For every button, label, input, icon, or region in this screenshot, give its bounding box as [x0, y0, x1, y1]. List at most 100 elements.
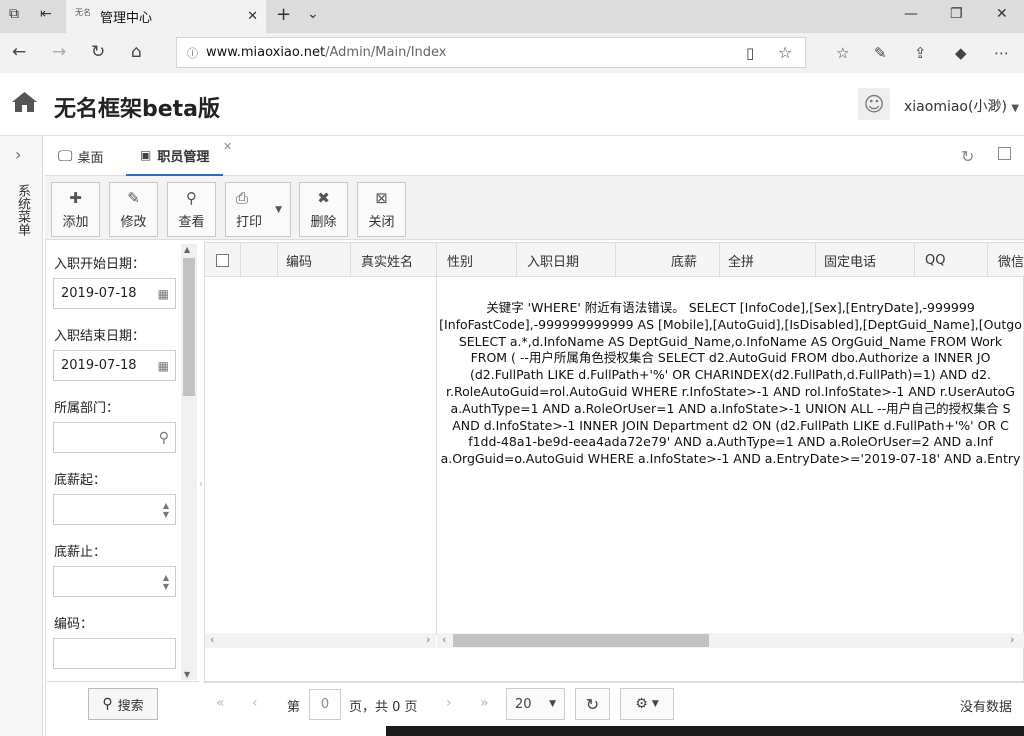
chevron-right-icon[interactable]: ›: [15, 145, 21, 164]
pen-icon[interactable]: ✎: [874, 44, 887, 62]
column-header[interactable]: 微信: [988, 243, 1024, 277]
tab-list-icon[interactable]: ⧉: [9, 6, 19, 22]
caret-down-icon: ▼: [549, 699, 556, 709]
column-header[interactable]: 固定电话: [816, 243, 915, 277]
stepper-arrows-icon[interactable]: ▲ ▼: [163, 501, 169, 519]
column-header[interactable]: 底薪: [616, 243, 720, 277]
scroll-left-icon[interactable]: ‹: [210, 633, 214, 646]
address-bar[interactable]: ⓘ www.miaoxiao.net/Admin/Main/Index: [176, 37, 806, 68]
browser-tab[interactable]: 无名 管理中心 ✕: [66, 0, 266, 33]
entry-end-label: 入职结束日期：: [54, 329, 146, 344]
set-aside-tabs-icon[interactable]: ⇤: [40, 6, 52, 22]
settings-button[interactable]: ⚙ ▼: [620, 688, 674, 720]
close-icon[interactable]: ✕: [223, 140, 232, 153]
code-input[interactable]: [53, 638, 176, 669]
restore-icon[interactable]: ❐: [950, 6, 963, 22]
first-page-icon[interactable]: «: [216, 695, 225, 711]
maximize-icon[interactable]: [998, 147, 1011, 160]
user-menu[interactable]: xiaomiao(小渺) ▼: [904, 96, 1019, 116]
next-page-icon[interactable]: ›: [446, 695, 452, 711]
print-button[interactable]: ⎙ 打印 ▼: [225, 182, 291, 237]
department-input[interactable]: ⚲: [53, 422, 176, 453]
stepper-arrows-icon[interactable]: ▲ ▼: [163, 573, 169, 591]
pencil-icon: ✎: [127, 189, 140, 207]
favorite-star-icon[interactable]: ☆: [778, 43, 792, 62]
reading-view-icon[interactable]: ▯: [746, 44, 754, 62]
scroll-right-icon[interactable]: ›: [1010, 633, 1014, 646]
entry-end-date-input[interactable]: 2019-07-18 ▦: [53, 350, 176, 381]
tab-label: 桌面: [77, 150, 104, 166]
home-icon[interactable]: ⌂: [131, 42, 142, 62]
caret-down-icon: ▼: [651, 699, 659, 709]
minimize-icon[interactable]: —: [904, 6, 918, 22]
close-icon[interactable]: ✕: [247, 9, 258, 24]
calendar-icon[interactable]: ▦: [158, 359, 169, 373]
calendar-icon[interactable]: ▦: [158, 287, 169, 301]
chevron-down-icon[interactable]: ⌄: [307, 6, 319, 22]
entry-start-date-input[interactable]: 2019-07-18 ▦: [53, 278, 176, 309]
scrollbar-thumb[interactable]: [183, 258, 195, 396]
edit-button[interactable]: ✎ 修改: [109, 182, 158, 237]
tab-staff[interactable]: ▣ 职员管理: [126, 136, 224, 176]
scroll-down-icon[interactable]: ▼: [184, 670, 190, 679]
button-label: 修改: [120, 215, 147, 230]
button-label: 添加: [62, 215, 89, 230]
page-size-select[interactable]: 20 ▼: [506, 688, 565, 720]
button-label: 关闭: [368, 215, 395, 230]
share-icon[interactable]: ⇪: [914, 44, 927, 62]
select-all-checkbox[interactable]: [216, 253, 229, 267]
refresh-icon[interactable]: ↻: [91, 42, 105, 62]
entry-start-label: 入职开始日期：: [54, 257, 146, 272]
caret-down-icon: ▼: [275, 205, 282, 215]
favorites-list-icon[interactable]: ☆: [836, 44, 849, 62]
extension-icon[interactable]: ◆: [955, 44, 967, 62]
search-icon: ⚲: [186, 189, 197, 207]
new-tab-icon[interactable]: +: [276, 4, 291, 25]
reload-button[interactable]: ↻: [575, 688, 610, 720]
pager-status: 没有数据: [960, 700, 1013, 715]
scroll-left-icon[interactable]: ‹: [442, 633, 446, 646]
page-total: 页，共 0 页: [349, 700, 418, 715]
column-header[interactable]: 全拼: [720, 243, 816, 277]
page-prefix: 第: [287, 700, 301, 715]
search-icon[interactable]: ⚲: [159, 430, 169, 446]
column-header[interactable]: 性别: [437, 243, 517, 277]
column-header[interactable]: 真实姓名: [351, 243, 437, 277]
forward-icon[interactable]: →: [52, 42, 66, 62]
add-button[interactable]: ✚ 添加: [51, 182, 100, 237]
more-icon[interactable]: ⋯: [994, 44, 1009, 62]
column-header[interactable]: 入职日期: [517, 243, 616, 277]
tab-label: 职员管理: [157, 149, 210, 165]
button-label: 搜索: [117, 698, 144, 714]
column-header[interactable]: QQ: [915, 243, 988, 277]
collapse-left-icon[interactable]: ‹: [199, 477, 203, 490]
tab-desktop[interactable]: 🖵 桌面: [58, 136, 103, 176]
button-label: 打印: [236, 215, 263, 230]
info-icon[interactable]: ⓘ: [187, 45, 198, 61]
view-button[interactable]: ⚲ 查看: [167, 182, 216, 237]
home-icon[interactable]: [11, 91, 38, 113]
refresh-icon[interactable]: ↻: [961, 147, 974, 166]
back-icon[interactable]: ←: [12, 42, 26, 62]
side-menu-label[interactable]: 系统菜单: [12, 184, 30, 236]
page-number-input[interactable]: 0: [309, 689, 341, 720]
salary-from-stepper[interactable]: ▲ ▼: [53, 494, 176, 525]
input-value: 2019-07-18: [61, 286, 137, 301]
close-button[interactable]: ⊠ 关闭: [357, 182, 406, 237]
scrollbar-thumb[interactable]: [453, 634, 709, 647]
scroll-up-icon[interactable]: ▲: [184, 245, 190, 254]
divider: [47, 681, 199, 682]
avatar[interactable]: ☺: [858, 88, 890, 120]
delete-button[interactable]: ✖ 删除: [299, 182, 348, 237]
select-value: 20: [515, 696, 532, 712]
prev-page-icon[interactable]: ‹: [252, 695, 258, 711]
last-page-icon[interactable]: »: [480, 695, 489, 711]
scroll-right-icon[interactable]: ›: [426, 633, 430, 646]
code-label: 编码：: [54, 617, 94, 632]
input-value: 2019-07-18: [61, 358, 137, 373]
column-header[interactable]: 编码: [278, 243, 351, 277]
search-button[interactable]: ⚲ 搜索: [88, 688, 158, 720]
close-window-icon[interactable]: ✕: [996, 6, 1008, 22]
salary-to-stepper[interactable]: ▲ ▼: [53, 566, 176, 597]
frozen-h-scrollbar[interactable]: [205, 633, 436, 648]
